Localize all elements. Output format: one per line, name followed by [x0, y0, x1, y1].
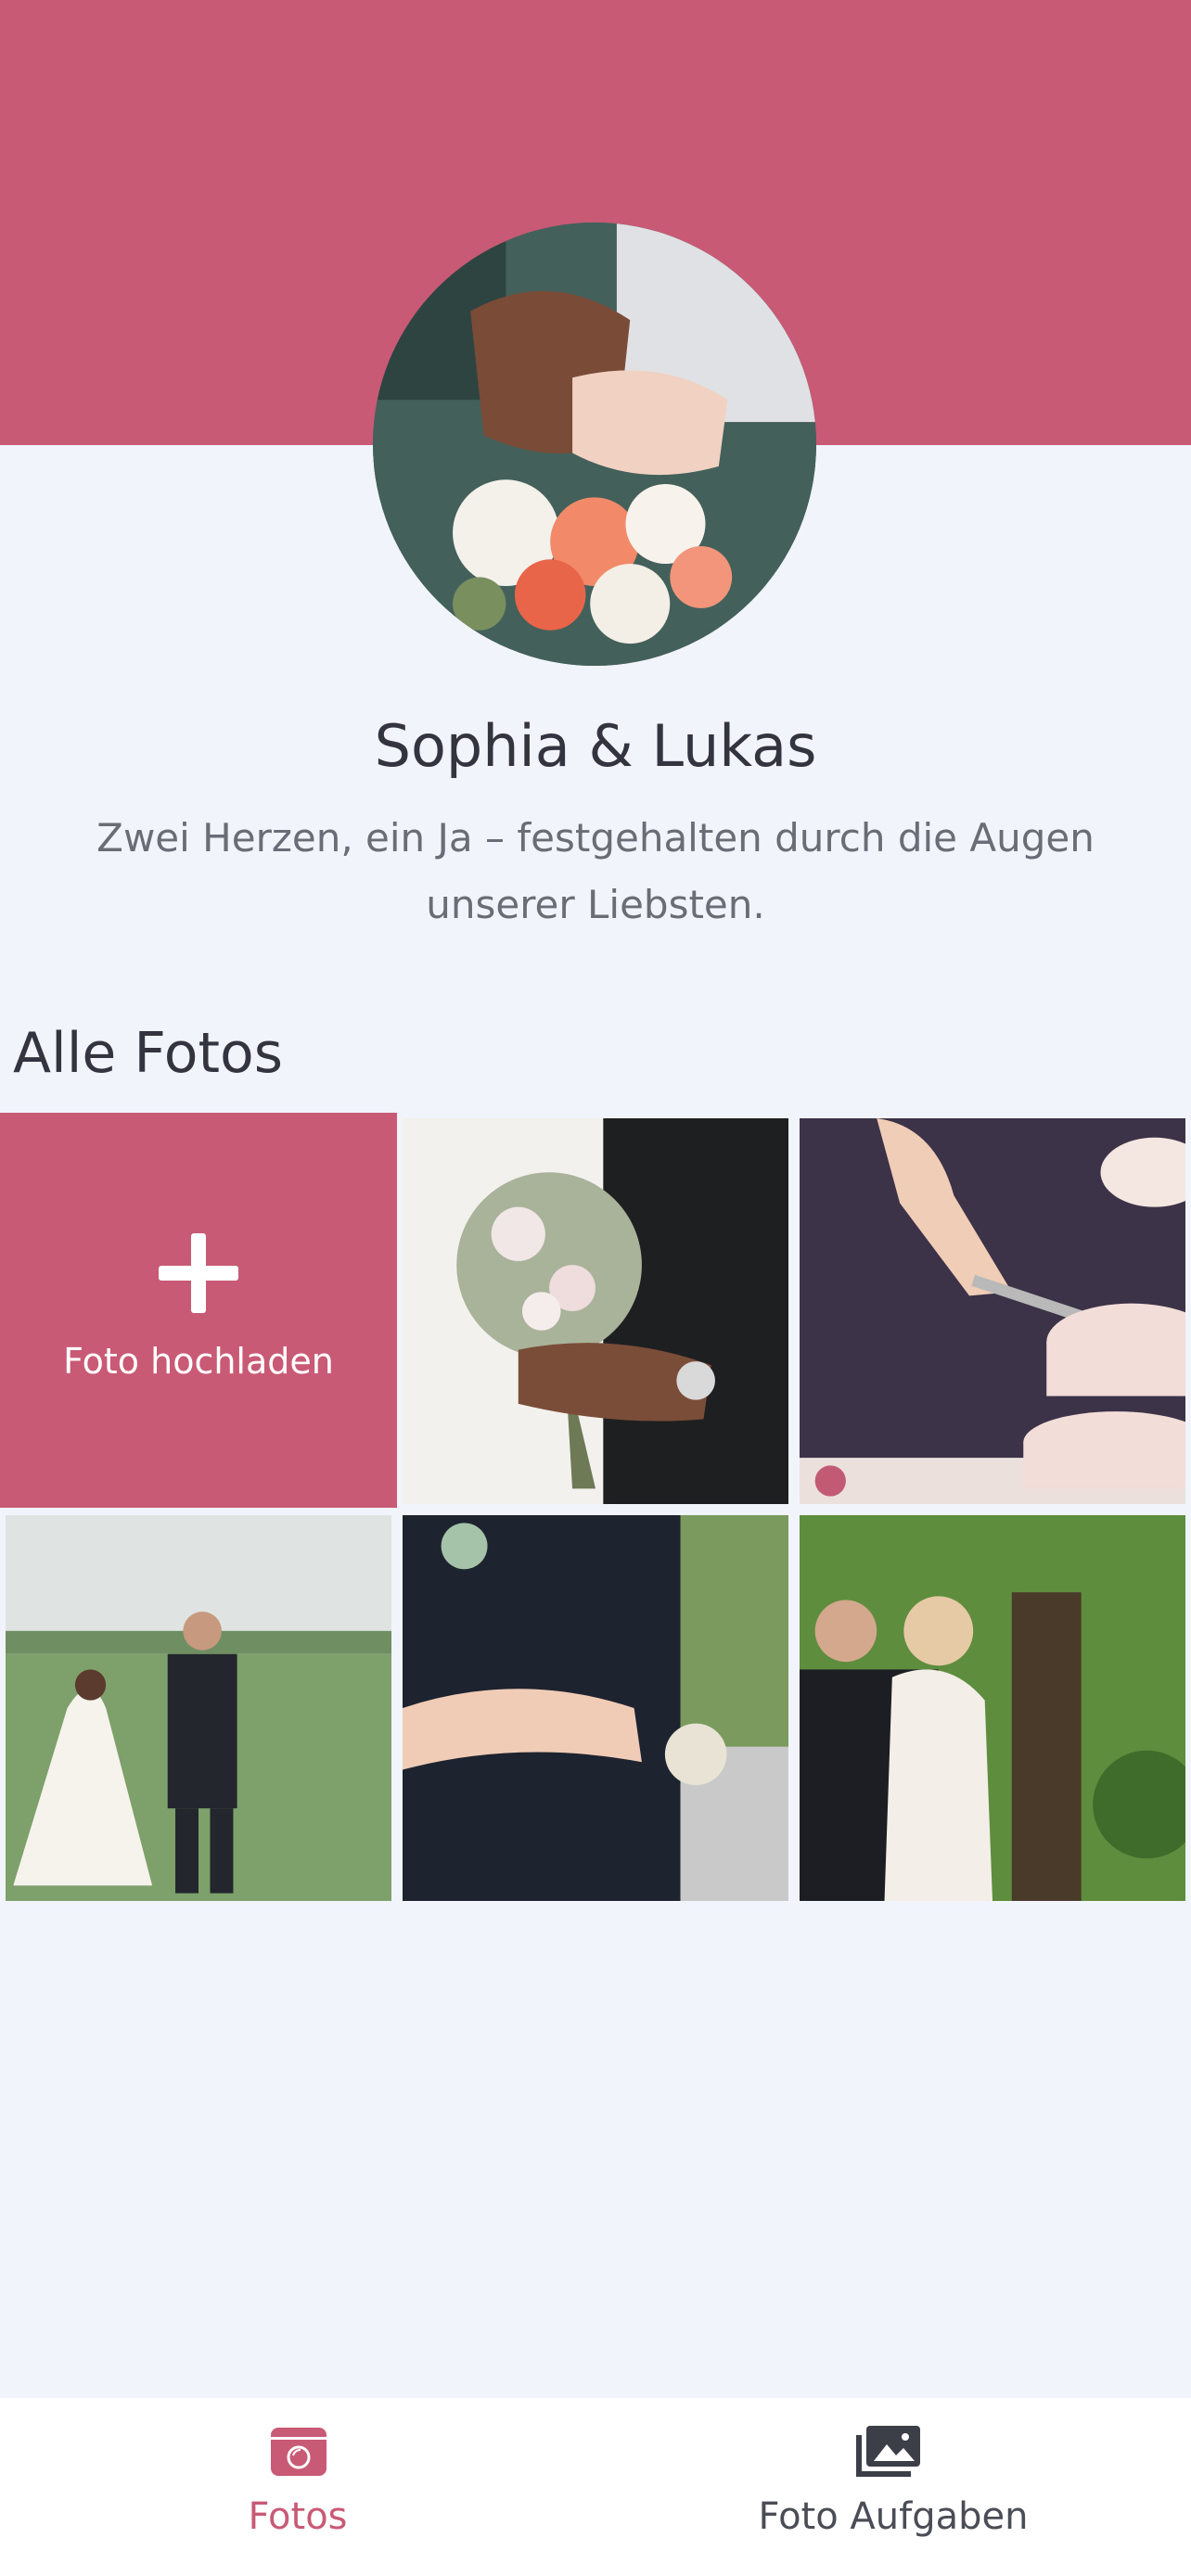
tab-foto-aufgaben-label: Foto Aufgaben	[758, 2495, 1029, 2538]
camera-icon	[269, 2424, 328, 2480]
photo-tile-cake[interactable]	[800, 1118, 1185, 1504]
photo-tile-tree[interactable]	[800, 1515, 1185, 1901]
photo-tile-bouquet[interactable]	[403, 1118, 788, 1504]
plus-icon	[159, 1233, 238, 1313]
photo-tile-field[interactable]	[6, 1515, 391, 1901]
all-photos-heading: Alle Fotos	[13, 1021, 283, 1086]
upload-photo-label: Foto hochladen	[63, 1341, 334, 1382]
photo-stack-icon	[853, 2424, 920, 2480]
bouquet-in-hands-photo	[403, 1118, 788, 1504]
tab-fotos[interactable]: Fotos	[0, 2398, 596, 2576]
cake-cutting-photo	[800, 1118, 1185, 1504]
couple-avatar	[373, 223, 816, 666]
tab-foto-aufgaben[interactable]: Foto Aufgaben	[596, 2398, 1191, 2576]
photo-tile-embrace[interactable]	[403, 1515, 788, 1901]
couple-names: Sophia & Lukas	[374, 712, 817, 780]
couple-embrace-photo	[403, 1515, 788, 1901]
couple-walking-field-photo	[6, 1515, 391, 1901]
couple-under-tree-photo	[800, 1515, 1185, 1901]
tab-fotos-label: Fotos	[248, 2495, 348, 2538]
wedding-tagline: Zwei Herzen, ein Ja – festgehalten durch…	[96, 815, 1095, 927]
bottom-navigation: Fotos Foto Aufgaben	[0, 2398, 1191, 2576]
